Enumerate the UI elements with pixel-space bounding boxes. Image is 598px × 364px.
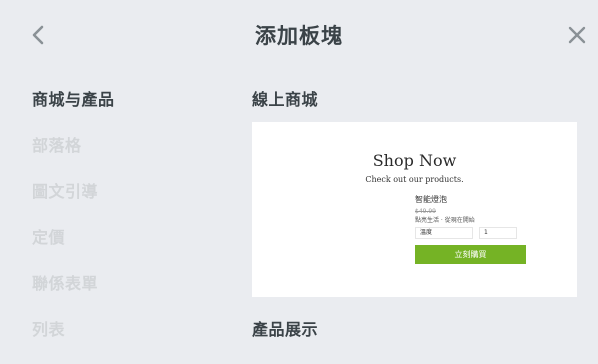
online-store-preview-card[interactable]: Shop Now Check out our products. 智能燈泡 $4… bbox=[252, 122, 577, 297]
section-title-product-showcase: 產品展示 bbox=[252, 320, 319, 339]
sidebar-item-blog[interactable]: 部落格 bbox=[32, 134, 212, 180]
close-icon bbox=[568, 26, 586, 44]
product-note: 點亮生活 · 從現在開始 bbox=[415, 217, 475, 224]
product-price: $49.99 bbox=[415, 208, 436, 215]
quantity-field: 1 bbox=[479, 227, 517, 239]
section-title-online-store: 線上商城 bbox=[252, 90, 319, 109]
sidebar-item-guide[interactable]: 圖文引導 bbox=[32, 180, 212, 226]
product-options-row: 溫度 1 bbox=[415, 227, 527, 239]
close-button[interactable] bbox=[564, 22, 590, 48]
page-title: 添加板塊 bbox=[255, 24, 343, 48]
section-list: 線上商城 Shop Now Check out our products. 智能… bbox=[252, 88, 578, 297]
buy-now-button: 立刻購買 bbox=[415, 245, 526, 264]
category-sidebar: 商城与產品 部落格 圖文引導 定價 聯係表單 列表 bbox=[32, 88, 212, 364]
option-select: 溫度 bbox=[415, 227, 473, 239]
sidebar-item-contact-form[interactable]: 聯係表單 bbox=[32, 272, 212, 318]
sidebar-item-pricing[interactable]: 定價 bbox=[32, 226, 212, 272]
preview-heading: Shop Now bbox=[372, 151, 457, 170]
preview-subheading: Check out our products. bbox=[365, 175, 464, 184]
preview-product: 智能燈泡 $49.99 點亮生活 · 從現在開始 溫度 1 立刻購買 bbox=[415, 194, 527, 264]
sidebar-item-list[interactable]: 列表 bbox=[32, 318, 212, 364]
header: 添加板塊 bbox=[0, 0, 598, 70]
sidebar-item-shop-products[interactable]: 商城与產品 bbox=[32, 88, 212, 134]
product-name: 智能燈泡 bbox=[415, 195, 447, 204]
